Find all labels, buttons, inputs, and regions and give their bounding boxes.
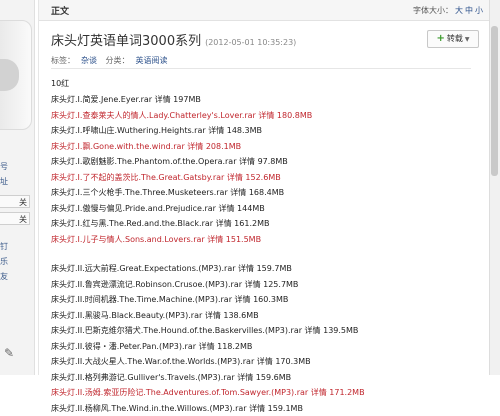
sidebar-link-3[interactable]: 钉 xyxy=(0,240,30,253)
article-body: 10红 床头灯.I.简爱.Jene.Eyer.rar 详情 197MB床头灯.I… xyxy=(51,76,481,416)
edit-icon[interactable]: ✎ xyxy=(4,346,18,360)
file-list-1: 床头灯.I.简爱.Jene.Eyer.rar 详情 197MB床头灯.I.查泰莱… xyxy=(51,92,481,247)
sidebar-button-1[interactable]: 关 xyxy=(0,195,30,208)
file-list-2: 床头灯.II.远大前程.Great.Expectations.(MP3).rar… xyxy=(51,261,481,416)
list-item[interactable]: 床头灯.I.呼啸山庄.Wuthering.Heights.rar 详情 148.… xyxy=(51,123,481,139)
list-item[interactable]: 床头灯.I.歌剧魅影.The.Phantom.of.the.Opera.rar … xyxy=(51,154,481,170)
share-label: 转载 xyxy=(447,34,463,43)
list-item[interactable]: 床头灯.II.格列弗游记.Gulliver's.Travels.(MP3).ra… xyxy=(51,370,481,386)
list-item[interactable]: 床头灯.I.查泰莱夫人的情人.Lady.Chatterley's.Lover.r… xyxy=(51,108,481,124)
list-item[interactable]: 床头灯.II.远大前程.Great.Expectations.(MP3).rar… xyxy=(51,261,481,277)
category-label: 分类： xyxy=(106,56,130,65)
list-item[interactable]: 床头灯.I.简爱.Jene.Eyer.rar 详情 197MB xyxy=(51,92,481,108)
list-item[interactable]: 床头灯.I.红与黑.The.Red.and.the.Black.rar 详情 1… xyxy=(51,216,481,232)
list-item[interactable]: 床头灯.II.杨柳风.The.Wind.in.the.Willows.(MP3)… xyxy=(51,401,481,416)
article-meta: 标签： 杂谈 分类： 英语阅读 xyxy=(51,55,174,66)
tab-main-text[interactable]: 正文 xyxy=(51,4,69,17)
list-item[interactable]: 床头灯.II.巴斯克维尔猎犬.The.Hound.of.the.Baskervi… xyxy=(51,323,481,339)
panel-header: 正文 字体大小：大中小 xyxy=(39,0,491,21)
list-item[interactable]: 床头灯.I.了不起的盖茨比.The.Great.Gatsby.rar 详情 15… xyxy=(51,170,481,186)
avatar-shape xyxy=(0,59,19,91)
sidebar-link-4[interactable]: 乐 xyxy=(0,255,30,268)
list-item[interactable]: 床头灯.I.飘.Gone.with.the.wind.rar 详情 208.1M… xyxy=(51,139,481,155)
font-size-small[interactable]: 小 xyxy=(475,6,483,15)
font-size-large[interactable]: 大 xyxy=(455,6,463,15)
divider xyxy=(51,68,471,69)
sidebar-link-5[interactable]: 友 xyxy=(0,270,30,283)
list-item[interactable]: 床头灯.II.汤姆.索亚历险记.The.Adventures.of.Tom.Sa… xyxy=(51,385,481,401)
list-item[interactable]: 床头灯.II.时间机器.The.Time.Machine.(MP3).rar 详… xyxy=(51,292,481,308)
list-item[interactable]: 床头灯.II.黑骏马.Black.Beauty.(MP3).rar 详情 138… xyxy=(51,308,481,324)
share-button[interactable]: +转载▼ xyxy=(427,30,479,48)
font-size-label: 字体大小： xyxy=(413,6,453,15)
list-item[interactable]: 床头灯.II.鲁宾逊漂流记.Robinson.Crusoe.(MP3).rar … xyxy=(51,277,481,293)
category-link[interactable]: 英语阅读 xyxy=(136,56,168,65)
sidebar-button-2[interactable]: 关 xyxy=(0,212,30,225)
scrollbar-thumb[interactable] xyxy=(491,26,498,176)
group-title: 10红 xyxy=(51,76,481,92)
left-sidebar: 号 址 关 关 钉 乐 友 ✎ xyxy=(0,0,35,375)
page-title: 床头灯英语单词3000系列 xyxy=(51,34,201,49)
article-panel: 正文 字体大小：大中小 床头灯英语单词3000系列 (2012-05-01 10:… xyxy=(38,0,491,375)
font-size-control: 字体大小：大中小 xyxy=(413,5,483,16)
tag-link[interactable]: 杂谈 xyxy=(81,56,97,65)
article-date: (2012-05-01 10:35:23) xyxy=(205,38,296,47)
font-size-medium[interactable]: 中 xyxy=(465,6,473,15)
sidebar-link-1[interactable]: 号 xyxy=(0,160,30,173)
plus-icon: + xyxy=(436,33,444,44)
vertical-scrollbar[interactable] xyxy=(489,0,500,375)
article-title-row: 床头灯英语单词3000系列 (2012-05-01 10:35:23) xyxy=(51,30,296,49)
list-item[interactable]: 床头灯.I.儿子与情人.Sons.and.Lovers.rar 详情 151.5… xyxy=(51,232,481,248)
list-item[interactable]: 床头灯.II.彼得・潘.Peter.Pan.(MP3).rar 详情 118.2… xyxy=(51,339,481,355)
list-item[interactable]: 床头灯.I.三个火枪手.The.Three.Musketeers.rar 详情 … xyxy=(51,185,481,201)
list-item[interactable]: 床头灯.II.大战火星人.The.War.of.the.Worlds.(MP3)… xyxy=(51,354,481,370)
list-item[interactable]: 床头灯.I.傲慢与偏见.Pride.and.Prejudice.rar 详情 1… xyxy=(51,201,481,217)
avatar[interactable] xyxy=(0,20,32,130)
tags-label: 标签： xyxy=(51,56,75,65)
sidebar-link-2[interactable]: 址 xyxy=(0,175,30,188)
chevron-down-icon: ▼ xyxy=(465,36,470,43)
